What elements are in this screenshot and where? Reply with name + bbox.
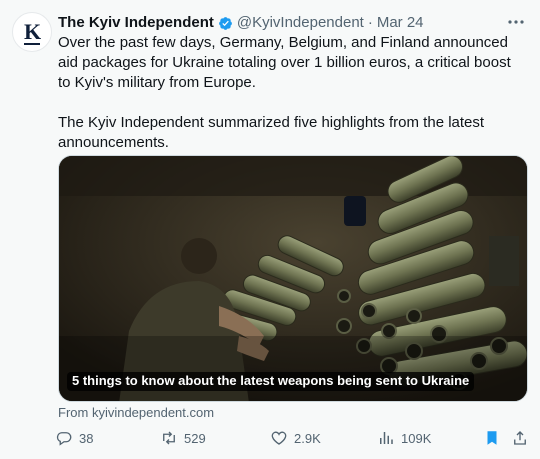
- views-icon: [380, 432, 393, 444]
- repost-button[interactable]: 529: [160, 429, 206, 447]
- like-count: 2.9K: [294, 430, 321, 446]
- author-name[interactable]: The Kyiv Independent: [58, 14, 214, 32]
- tweet-text: Over the past few days, Germany, Belgium…: [58, 33, 524, 173]
- avatar-logo: K: [23, 19, 41, 44]
- link-card-image[interactable]: 5 things to know about the latest weapon…: [58, 155, 528, 402]
- photo-artillery-shells: [59, 156, 527, 401]
- media-caption: 5 things to know about the latest weapon…: [67, 372, 475, 391]
- reply-icon: [56, 432, 72, 446]
- avatar[interactable]: K: [12, 12, 52, 52]
- verified-badge-icon: [218, 16, 232, 30]
- more-options-icon[interactable]: [506, 14, 526, 30]
- separator-dot: ·: [367, 14, 373, 31]
- repost-icon: [163, 431, 175, 445]
- author-handle[interactable]: @KyivIndependent: [237, 14, 364, 32]
- bookmark-button[interactable]: [483, 429, 507, 447]
- reply-button[interactable]: 38: [55, 429, 93, 447]
- like-button[interactable]: 2.9K: [270, 429, 321, 447]
- link-source[interactable]: From kyivindependent.com: [58, 405, 214, 420]
- share-icon: [514, 431, 526, 445]
- views-button[interactable]: 109K: [377, 429, 431, 447]
- share-button[interactable]: [511, 429, 535, 447]
- reply-count: 38: [79, 430, 94, 446]
- like-icon: [271, 431, 287, 445]
- action-bar: 38 529 2.9K 109K: [55, 427, 528, 453]
- repost-count: 529: [184, 430, 206, 446]
- tweet-paragraph-2: The Kyiv Independent summarized five hig…: [58, 114, 485, 151]
- views-count: 109K: [401, 430, 432, 446]
- tweet-paragraph-1: Over the past few days, Germany, Belgium…: [58, 34, 511, 91]
- tweet-date[interactable]: Mar 24: [377, 14, 424, 32]
- tweet-header: The Kyiv Independent @KyivIndependent · …: [58, 14, 500, 32]
- bookmark-icon: [487, 431, 497, 445]
